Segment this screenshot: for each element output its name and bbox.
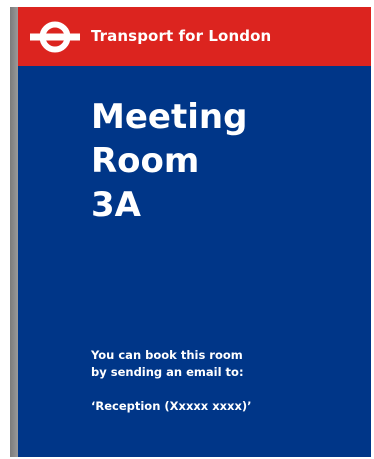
- sign-header: Transport for London: [18, 7, 371, 66]
- tfl-roundel-icon: [30, 21, 80, 53]
- room-title-line-2: Room: [91, 141, 200, 181]
- room-title: Meeting Room 3A: [91, 95, 247, 227]
- booking-line-1: You can book this room: [91, 348, 243, 362]
- room-title-line-1: Meeting: [91, 97, 248, 137]
- sign-stage: Transport for London Meeting Room 3A You…: [0, 0, 374, 459]
- sign-edge-shadow: [10, 7, 18, 457]
- room-sign: Transport for London Meeting Room 3A You…: [18, 7, 371, 457]
- booking-info: You can book this room by sending an ema…: [91, 347, 252, 415]
- booking-line-2: by sending an email to:: [91, 365, 244, 379]
- room-title-line-3: 3A: [91, 185, 141, 225]
- booking-contact: ‘Reception (Xxxxx xxxx)’: [91, 399, 252, 413]
- brand-name: Transport for London: [91, 27, 272, 45]
